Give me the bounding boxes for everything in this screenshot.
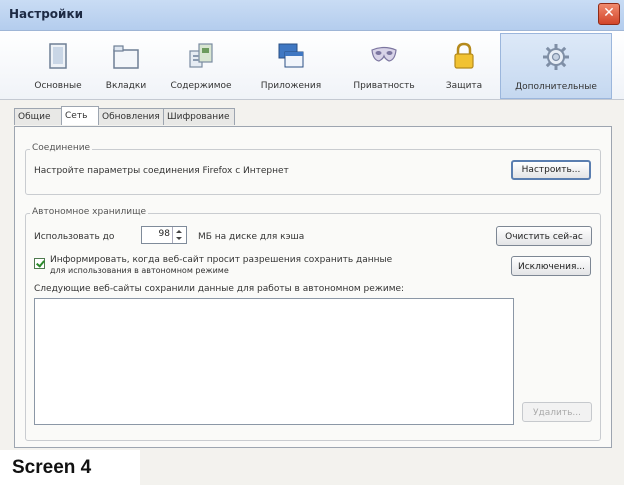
preferences-toolbar: Основные Вкладки Содержимое Приложения П… (0, 31, 624, 100)
configure-connection-button[interactable]: Настроить... (511, 160, 591, 180)
title-bar: Настройки ✕ (0, 0, 624, 31)
tab-updates[interactable]: Обновления (98, 108, 164, 125)
window-title: Настройки (9, 7, 84, 21)
toolbar-item-label: Защита (445, 81, 483, 91)
toolbar-item-label: Приложения (260, 81, 322, 91)
close-button[interactable]: ✕ (598, 3, 620, 25)
toolbar-item-label: Содержимое (170, 81, 232, 91)
connection-group-title: Соединение (30, 143, 93, 153)
toolbar-item-label: Приватность (353, 81, 415, 91)
content-icon (189, 43, 213, 68)
stepper-up-icon[interactable] (176, 230, 182, 233)
cache-size-stepper[interactable]: 98 (141, 226, 187, 244)
gear-icon (543, 44, 569, 70)
clear-now-button[interactable]: Очистить сей-ас (496, 226, 592, 246)
tab-label: Обновления (102, 112, 160, 122)
tab-label: Сеть (65, 111, 88, 121)
cache-size-value: 98 (158, 229, 170, 239)
notify-label-line2: для использования в автономном режиме (50, 266, 229, 275)
offline-storage-group: Автономное хранилище Использовать до 98 … (25, 207, 601, 441)
close-icon: ✕ (603, 5, 615, 21)
notify-label-line1: Информировать, когда веб-сайт просит раз… (50, 255, 393, 265)
exceptions-button[interactable]: Исключения... (511, 256, 591, 276)
toolbar-item-advanced[interactable]: Дополнительные (500, 33, 612, 99)
tab-encryption[interactable]: Шифрование (163, 108, 235, 125)
toolbar-item-applications[interactable]: Приложения (256, 33, 326, 97)
toolbar-item-tabs[interactable]: Вкладки (96, 33, 156, 97)
toolbar-item-security[interactable]: Защита (438, 33, 490, 97)
offline-sites-list[interactable] (34, 298, 514, 425)
stepper-down-icon[interactable] (176, 237, 182, 240)
toolbar-item-content[interactable]: Содержимое (168, 33, 234, 97)
lock-icon (454, 42, 474, 69)
network-tab-panel: Соединение Настройте параметры соединени… (14, 126, 612, 448)
tab-network[interactable]: Сеть (61, 106, 99, 125)
toolbar-item-main[interactable]: Основные (30, 33, 86, 97)
offline-storage-group-title: Автономное хранилище (30, 207, 149, 217)
offline-sites-label: Следующие веб-сайты сохранили данные для… (34, 284, 405, 294)
notify-checkbox[interactable] (34, 258, 45, 269)
screen-caption: Screen 4 (0, 450, 140, 485)
use-up-to-label: Использовать до (34, 232, 115, 242)
settings-window: Настройки ✕ Основные Вкладки Содержимое … (0, 0, 624, 485)
tab-label: Общие (18, 112, 51, 122)
remove-button: Удалить... (522, 402, 592, 422)
cache-units-label: МБ на диске для кэша (198, 232, 305, 242)
connection-group: Соединение Настройте параметры соединени… (25, 143, 601, 195)
tab-label: Шифрование (167, 112, 230, 122)
window-icon (49, 43, 67, 69)
mask-icon (371, 46, 397, 62)
tab-general[interactable]: Общие (14, 108, 62, 125)
applications-icon (278, 43, 304, 68)
toolbar-item-privacy[interactable]: Приватность (348, 33, 420, 97)
toolbar-item-label: Основные (34, 81, 82, 91)
toolbar-item-label: Вкладки (105, 81, 147, 91)
stepper-arrows[interactable] (172, 227, 186, 243)
tabs-icon (113, 45, 139, 69)
connection-description: Настройте параметры соединения Firefox с… (34, 166, 289, 176)
toolbar-item-label: Дополнительные (515, 82, 597, 92)
